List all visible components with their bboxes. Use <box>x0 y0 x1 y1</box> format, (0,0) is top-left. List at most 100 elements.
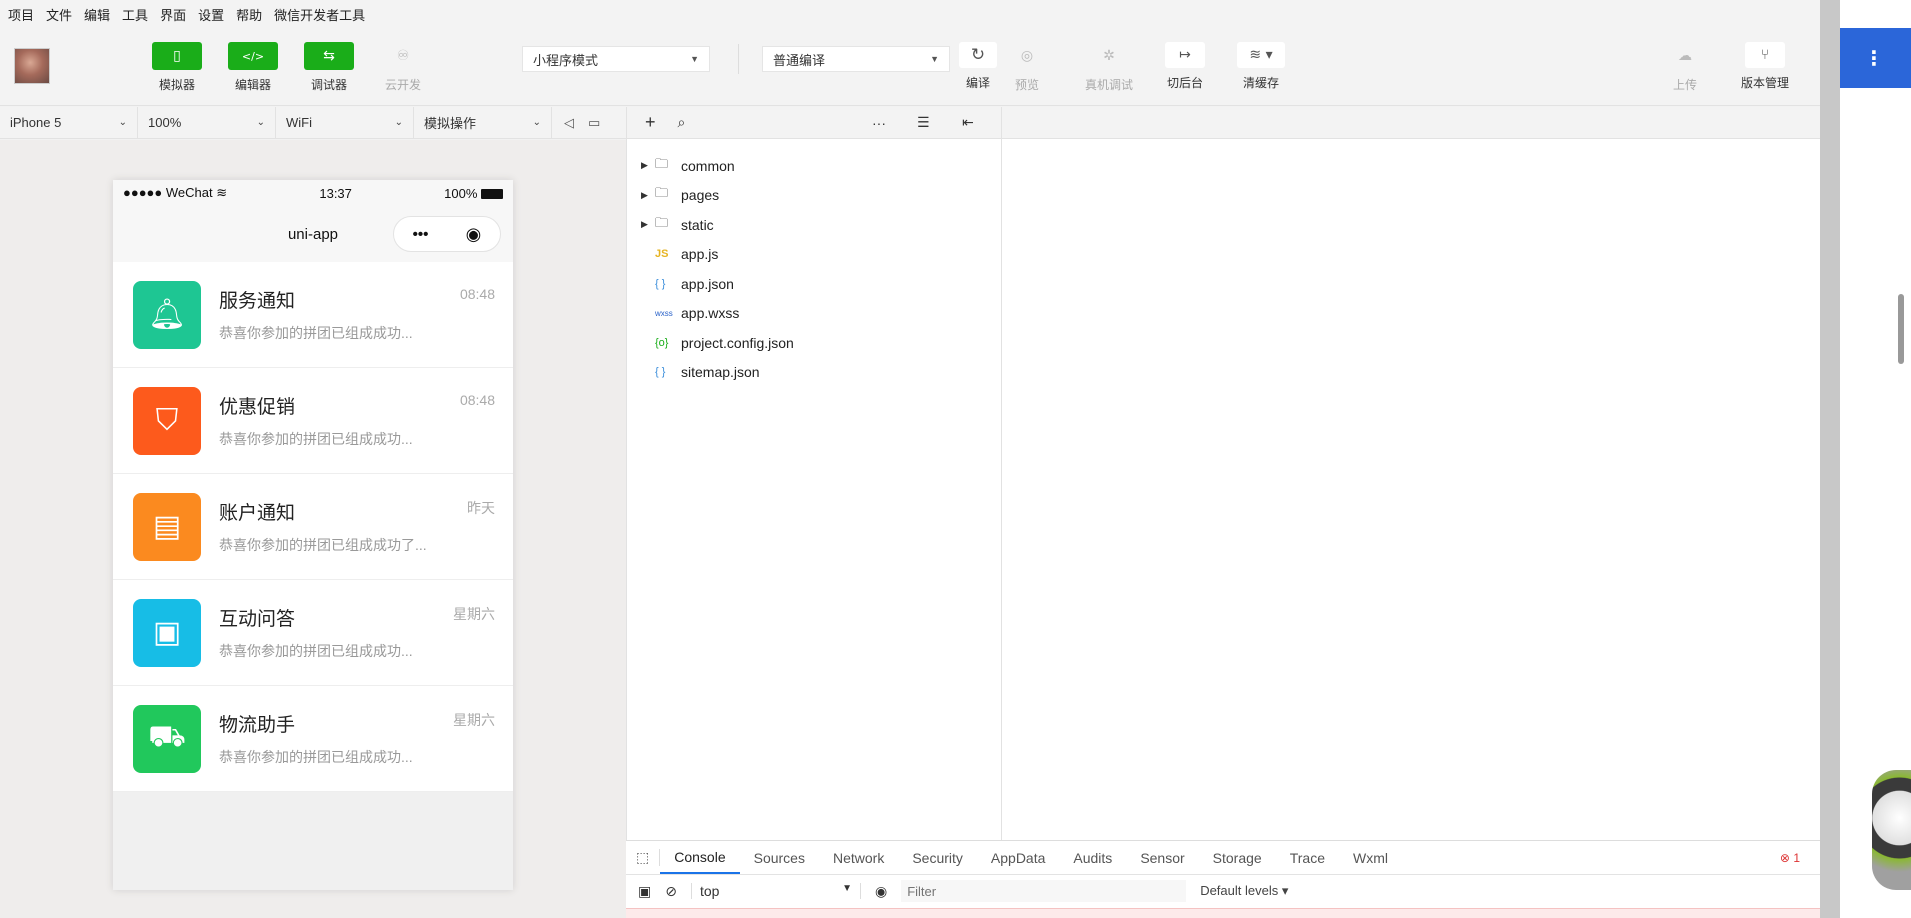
folder-row[interactable]: ▶ 🗀︎ pages <box>627 181 1001 211</box>
clear-console-icon[interactable]: ⊘ <box>665 883 677 900</box>
compile-select[interactable]: 普通编译 ▼ <box>762 46 950 72</box>
list-item[interactable]: ⛉ 优惠促销 恭喜你参加的拼团已组成成功... 08:48 <box>113 368 513 474</box>
avatar[interactable] <box>14 48 50 84</box>
clear-cache-button[interactable]: ≋ ▾ 清缓存 <box>1234 42 1288 91</box>
debugger-button[interactable]: ⇆ 调试器 <box>302 42 356 93</box>
bug-icon: ✲ <box>1103 48 1115 64</box>
folder-icon: 🗀︎ <box>655 214 669 230</box>
file-row[interactable]: JS app.js <box>627 240 1001 270</box>
version-button[interactable]: ⑂ 版本管理 <box>1730 42 1800 91</box>
chevron-down-icon: ⌄ <box>118 117 127 128</box>
editor-area <box>1002 107 1820 840</box>
menu-edit[interactable]: 编辑 <box>84 5 110 24</box>
list-item[interactable]: ▤ 账户通知 恭喜你参加的拼团已组成成功了... 昨天 <box>113 474 513 580</box>
message-subtitle: 恭喜你参加的拼团已组成成功... <box>219 431 413 447</box>
file-row[interactable]: {o} project.config.json <box>627 328 1001 358</box>
tab-network[interactable]: Network <box>819 841 898 874</box>
tab-wxml[interactable]: Wxml <box>1339 841 1402 874</box>
device-select[interactable]: iPhone 5 ⌄ <box>0 107 138 138</box>
list-item[interactable]: 🔔︎ 服务通知 恭喜你参加的拼团已组成成功... 08:48 <box>113 262 513 368</box>
background-button[interactable]: ↦ 切后台 <box>1158 42 1212 91</box>
context-select[interactable]: top ▼ <box>690 883 861 899</box>
tab-security[interactable]: Security <box>898 841 977 874</box>
bell-icon: 🔔︎ <box>133 280 201 349</box>
preview-button[interactable]: ◎ 预览 <box>1000 42 1054 93</box>
divider <box>738 44 739 74</box>
menu-wechat-devtools[interactable]: 微信开发者工具 <box>274 5 365 24</box>
side-drag-handle[interactable] <box>1898 294 1904 364</box>
file-explorer: + ⌕ ··· ☰ ⇤ ▶ 🗀︎ common ▶ 🗀︎ pages ▶ 🗀︎ … <box>626 107 1002 840</box>
tab-audits[interactable]: Audits <box>1059 841 1126 874</box>
caret-right-icon: ▶ <box>641 219 648 230</box>
inspect-icon[interactable]: ⬚ <box>636 849 661 866</box>
window-scrollbar[interactable] <box>1820 0 1840 918</box>
caret-right-icon: ▶ <box>641 160 648 171</box>
search-icon[interactable]: ⌕ <box>678 114 686 131</box>
menu-settings[interactable]: 设置 <box>198 5 224 24</box>
tab-appdata[interactable]: AppData <box>977 841 1059 874</box>
message-time: 昨天 <box>467 500 495 516</box>
more-icon[interactable]: ··· <box>872 115 886 131</box>
levels-select[interactable]: Default levels ▾ <box>1200 883 1288 899</box>
message-subtitle: 恭喜你参加的拼团已组成成功... <box>219 749 413 765</box>
plus-icon[interactable]: + <box>645 112 656 133</box>
operation-select[interactable]: 模拟操作 ⌄ <box>414 107 552 138</box>
tab-trace[interactable]: Trace <box>1276 841 1339 874</box>
real-debug-button[interactable]: ✲ 真机调试 <box>1082 42 1136 93</box>
json-file-icon: { } <box>655 366 666 379</box>
menu-view[interactable]: 界面 <box>160 5 186 24</box>
capsule-button[interactable]: ••• ◉ <box>393 216 501 252</box>
message-time: 星期六 <box>453 712 495 728</box>
file-row[interactable]: wxss app.wxss <box>627 299 1001 329</box>
rotate-icon[interactable]: ▭ <box>588 115 600 131</box>
menu-tools[interactable]: 工具 <box>122 5 148 24</box>
tab-sources[interactable]: Sources <box>740 841 819 874</box>
tab-storage[interactable]: Storage <box>1199 841 1276 874</box>
more-icon[interactable]: ••• <box>413 226 429 243</box>
menu-project[interactable]: 项目 <box>8 5 34 24</box>
menu-help[interactable]: 帮助 <box>236 5 262 24</box>
zoom-select[interactable]: 100% ⌄ <box>138 107 276 138</box>
simulator-area: ●●●●● WeChat ≋ 13:37 100% uni-app ••• ◉ … <box>0 140 626 918</box>
close-circle-icon[interactable]: ◉ <box>466 224 482 245</box>
filter-input[interactable] <box>901 880 1187 902</box>
simulator-button[interactable]: ▯ 模拟器 <box>150 42 204 93</box>
folder-row[interactable]: ▶ 🗀︎ static <box>627 210 1001 240</box>
wifi-icon: ≋ <box>216 185 228 200</box>
list-item[interactable]: ⛟ 物流助手 恭喜你参加的拼团已组成成功... 星期六 <box>113 686 513 792</box>
folder-row[interactable]: ▶ 🗀︎ common <box>627 151 1001 181</box>
device-tools: ◁ ▭ <box>552 115 600 131</box>
chevron-down-icon: ▼ <box>930 54 939 64</box>
carrier-label: ●●●●● WeChat ≋ <box>123 185 228 200</box>
hide-panel-icon[interactable]: ⇤ <box>962 114 974 131</box>
tab-sensor[interactable]: Sensor <box>1126 841 1198 874</box>
sidebar-toggle-icon[interactable]: ▣ <box>638 883 651 900</box>
file-row[interactable]: { } app.json <box>627 269 1001 299</box>
error-count-badge[interactable]: ⊗ 1 <box>1780 851 1800 865</box>
upload-button[interactable]: ☁ 上传 <box>1658 42 1712 93</box>
eye-icon: ◎ <box>1020 48 1034 64</box>
eye-icon[interactable]: ◉ <box>875 883 887 900</box>
kebab-icon: ⋮ <box>1864 47 1884 70</box>
truck-icon: ⛟ <box>133 704 201 773</box>
mode-select[interactable]: 小程序模式 ▼ <box>522 46 710 72</box>
devtools-panel: ⬚ Console Sources Network Security AppDa… <box>626 840 1820 918</box>
list-item[interactable]: ▣ 互动问答 恭喜你参加的拼团已组成成功... 星期六 <box>113 580 513 686</box>
folder-icon: 🗀︎ <box>655 185 669 201</box>
volume-icon[interactable]: ◁ <box>564 115 574 131</box>
phone-nav-bar: uni-app ••• ◉ <box>113 206 513 262</box>
menu-file[interactable]: 文件 <box>46 5 72 24</box>
compile-button[interactable]: ↻ 编译 <box>951 42 1005 91</box>
phone-status-bar: ●●●●● WeChat ≋ 13:37 100% <box>113 180 513 206</box>
collapse-icon[interactable]: ☰ <box>917 114 930 131</box>
side-menu-button[interactable]: ⋮ <box>1840 28 1911 88</box>
network-select[interactable]: WiFi ⌄ <box>276 107 414 138</box>
cloud-dev-button[interactable]: ♾ 云开发 <box>376 42 430 93</box>
chevron-down-icon: ⌄ <box>256 117 265 128</box>
debug-icon: ⇆ <box>304 42 354 70</box>
file-row[interactable]: { } sitemap.json <box>627 358 1001 388</box>
tab-console[interactable]: Console <box>660 841 740 874</box>
robot-assistant-icon[interactable] <box>1872 770 1911 890</box>
chevron-down-icon: ▼ <box>842 883 852 894</box>
editor-button[interactable]: </> 编辑器 <box>226 42 280 93</box>
